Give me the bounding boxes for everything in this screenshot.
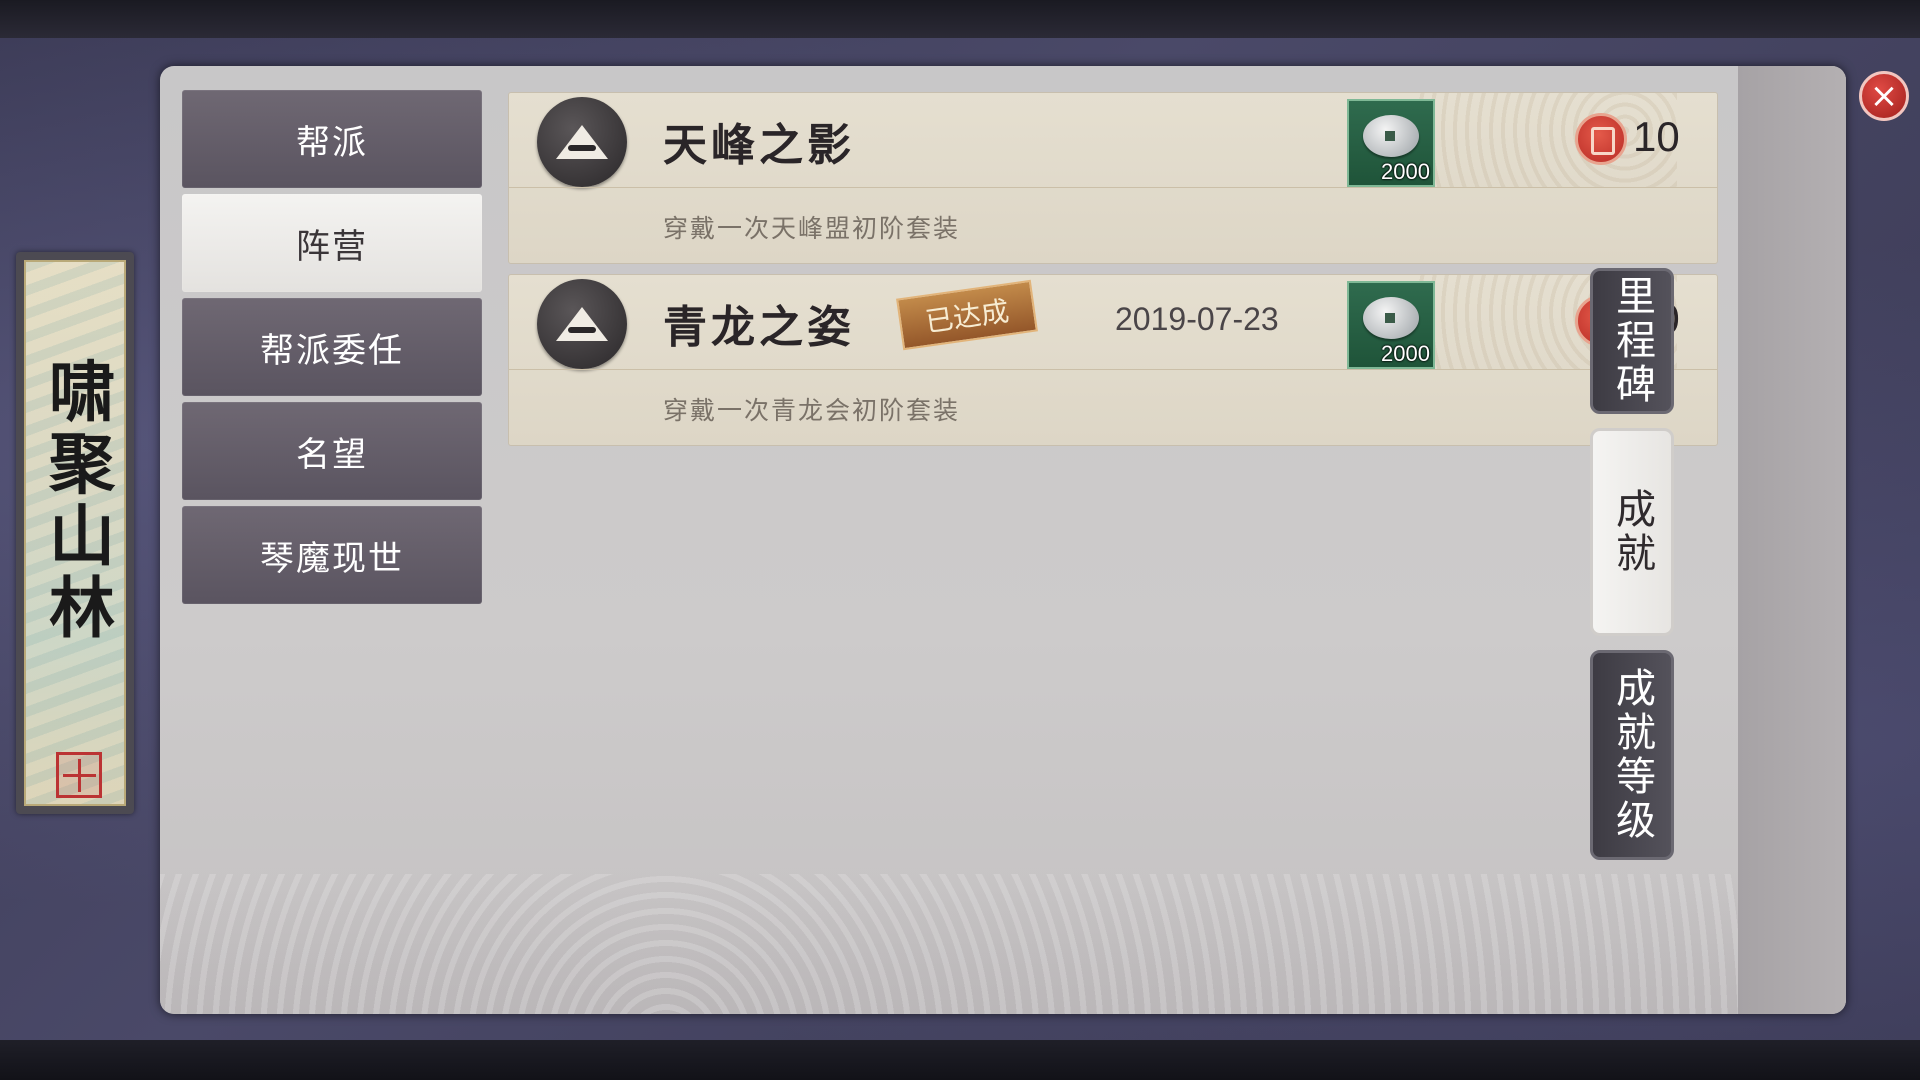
achievement-card[interactable]: 青龙之姿 已达成 2019-07-23 2000 10 穿戴一次青龙会初阶套装 bbox=[508, 274, 1718, 446]
category-item-gang-appointment[interactable]: 帮派委任 bbox=[182, 298, 482, 396]
reward-item[interactable]: 2000 bbox=[1347, 99, 1435, 187]
mountain-emblem-icon bbox=[537, 279, 627, 369]
reward-count: 2000 bbox=[1381, 341, 1430, 366]
tab-label: 里程碑 bbox=[1609, 275, 1655, 407]
category-item-faction[interactable]: 阵营 bbox=[182, 194, 482, 292]
tab-label: 成就等级 bbox=[1609, 667, 1655, 843]
tab-achievement[interactable]: 成就 bbox=[1590, 428, 1674, 636]
achievement-description: 穿戴一次天峰盟初阶套装 bbox=[663, 214, 961, 243]
reward-count: 2000 bbox=[1381, 159, 1430, 184]
silver-coin-icon bbox=[1363, 115, 1419, 157]
mountain-shape bbox=[556, 307, 608, 341]
top-letterbox bbox=[0, 0, 1920, 38]
category-item-qinmo[interactable]: 琴魔现世 bbox=[182, 506, 482, 604]
category-label: 名望 bbox=[296, 434, 368, 475]
title-scroll: 啸聚山林 bbox=[16, 252, 134, 814]
close-icon: × bbox=[1869, 76, 1899, 116]
silver-coin-icon bbox=[1363, 297, 1419, 339]
achievement-list: 天峰之影 2000 10 穿戴一次天峰盟初阶套装 青龙之姿 已达成 2019-0… bbox=[508, 92, 1718, 456]
achievement-card[interactable]: 天峰之影 2000 10 穿戴一次天峰盟初阶套装 bbox=[508, 92, 1718, 264]
tab-milestone[interactable]: 里程碑 bbox=[1590, 268, 1674, 414]
achievement-description: 穿戴一次青龙会初阶套装 bbox=[663, 396, 961, 425]
achievement-points: 10 bbox=[1633, 113, 1680, 160]
achievement-name: 青龙之姿 bbox=[663, 302, 855, 353]
card-divider bbox=[509, 369, 1717, 370]
category-menu: 帮派 阵营 帮派委任 名望 琴魔现世 bbox=[182, 90, 482, 610]
panel-wave-decoration bbox=[160, 874, 1846, 1014]
close-button[interactable]: × bbox=[1859, 71, 1909, 121]
achievement-name: 天峰之影 bbox=[663, 120, 855, 171]
achievement-points-icon bbox=[1575, 113, 1627, 165]
scroll-paper: 啸聚山林 bbox=[24, 260, 126, 806]
coin-hole bbox=[1385, 131, 1395, 141]
completed-badge: 已达成 bbox=[896, 279, 1038, 351]
completion-date: 2019-07-23 bbox=[1115, 301, 1279, 337]
tab-label: 成就 bbox=[1609, 488, 1655, 576]
mountain-emblem-icon bbox=[537, 97, 627, 187]
bottom-letterbox bbox=[0, 1040, 1920, 1080]
side-tab-strip bbox=[1738, 66, 1846, 1014]
coin-hole bbox=[1385, 313, 1395, 323]
category-item-reputation[interactable]: 名望 bbox=[182, 402, 482, 500]
category-label: 阵营 bbox=[296, 226, 368, 267]
mountain-shape bbox=[556, 125, 608, 159]
tab-achievement-level[interactable]: 成就等级 bbox=[1590, 650, 1674, 860]
card-divider bbox=[509, 187, 1717, 188]
category-item-gang[interactable]: 帮派 bbox=[182, 90, 482, 188]
category-label: 琴魔现世 bbox=[260, 538, 404, 579]
category-label: 帮派 bbox=[296, 122, 368, 163]
reward-item[interactable]: 2000 bbox=[1347, 281, 1435, 369]
red-seal-icon bbox=[56, 752, 102, 798]
scroll-title: 啸聚山林 bbox=[38, 357, 116, 645]
category-label: 帮派委任 bbox=[260, 330, 404, 371]
